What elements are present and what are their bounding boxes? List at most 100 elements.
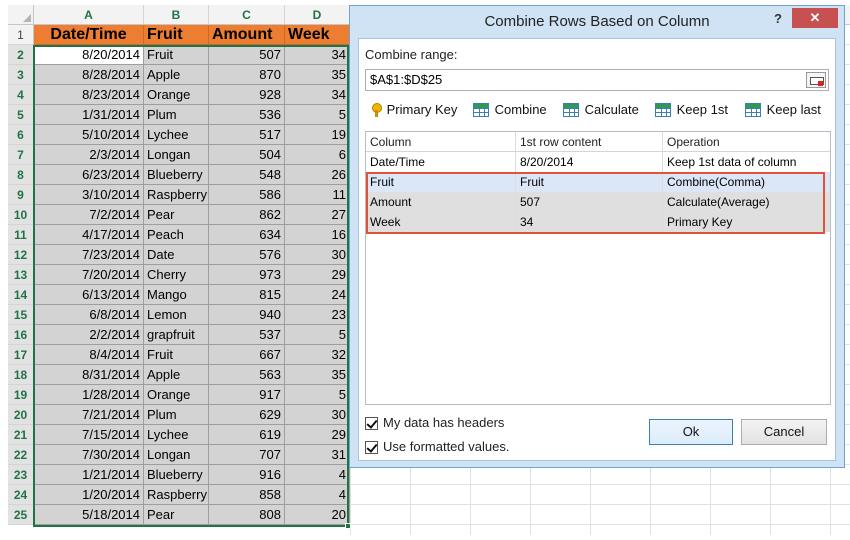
fruit-cell[interactable]: Plum <box>144 405 209 425</box>
amount-cell[interactable]: 973 <box>209 265 285 285</box>
row-header[interactable]: 11 <box>8 225 34 245</box>
row-header[interactable]: 22 <box>8 445 34 465</box>
amount-cell[interactable]: 563 <box>209 365 285 385</box>
column-operations-list[interactable]: Column 1st row content Operation Date/Ti… <box>365 131 831 405</box>
fruit-cell[interactable]: Raspberry <box>144 185 209 205</box>
headers-checkbox[interactable] <box>365 417 378 430</box>
row-header[interactable]: 7 <box>8 145 34 165</box>
date-cell[interactable]: 4/17/2014 <box>34 225 144 245</box>
fruit-cell[interactable]: Longan <box>144 145 209 165</box>
row-header[interactable]: 13 <box>8 265 34 285</box>
date-cell[interactable]: 3/10/2014 <box>34 185 144 205</box>
date-cell[interactable]: 5/10/2014 <box>34 125 144 145</box>
column-header-b[interactable]: B <box>144 5 209 25</box>
fruit-cell[interactable]: Plum <box>144 105 209 125</box>
fruit-cell[interactable]: Fruit <box>144 345 209 365</box>
fruit-cell[interactable]: Raspberry <box>144 485 209 505</box>
amount-cell[interactable]: 808 <box>209 505 285 525</box>
row-header[interactable]: 21 <box>8 425 34 445</box>
date-cell[interactable]: 8/23/2014 <box>34 85 144 105</box>
fruit-cell[interactable]: Fruit <box>144 45 209 65</box>
date-cell[interactable]: 6/13/2014 <box>34 285 144 305</box>
amount-cell[interactable]: 536 <box>209 105 285 125</box>
list-header-first-row[interactable]: 1st row content <box>516 132 663 152</box>
amount-cell[interactable]: 667 <box>209 345 285 365</box>
week-cell[interactable]: 30 <box>285 405 350 425</box>
date-cell[interactable]: 7/30/2014 <box>34 445 144 465</box>
amount-cell[interactable]: 504 <box>209 145 285 165</box>
date-cell[interactable]: 7/21/2014 <box>34 405 144 425</box>
week-cell[interactable]: 11 <box>285 185 350 205</box>
amount-cell[interactable]: 815 <box>209 285 285 305</box>
amount-cell[interactable]: 517 <box>209 125 285 145</box>
amount-cell[interactable]: 870 <box>209 65 285 85</box>
row-header[interactable]: 4 <box>8 85 34 105</box>
date-cell[interactable]: 7/15/2014 <box>34 425 144 445</box>
date-cell[interactable]: 2/2/2014 <box>34 325 144 345</box>
amount-cell[interactable]: 928 <box>209 85 285 105</box>
amount-cell[interactable]: 537 <box>209 325 285 345</box>
date-cell[interactable]: 7/23/2014 <box>34 245 144 265</box>
row-header[interactable]: 10 <box>8 205 34 225</box>
row-header[interactable]: 8 <box>8 165 34 185</box>
fruit-cell[interactable]: Lychee <box>144 425 209 445</box>
amount-cell[interactable]: 619 <box>209 425 285 445</box>
date-cell[interactable]: 5/18/2014 <box>34 505 144 525</box>
date-cell[interactable]: 2/3/2014 <box>34 145 144 165</box>
week-cell[interactable]: 6 <box>285 145 350 165</box>
amount-cell[interactable]: 862 <box>209 205 285 225</box>
week-cell[interactable]: 29 <box>285 265 350 285</box>
fill-handle[interactable] <box>345 523 351 529</box>
column-header-a[interactable]: A <box>34 5 144 25</box>
row-header[interactable]: 3 <box>8 65 34 85</box>
column-header-c[interactable]: C <box>209 5 285 25</box>
row-header[interactable]: 23 <box>8 465 34 485</box>
help-button[interactable]: ? <box>774 11 782 26</box>
fruit-cell[interactable]: Date <box>144 245 209 265</box>
amount-cell[interactable]: 858 <box>209 485 285 505</box>
week-cell[interactable]: 24 <box>285 285 350 305</box>
row-header[interactable]: 1 <box>8 25 34 45</box>
week-cell[interactable]: 4 <box>285 485 350 505</box>
date-cell[interactable]: 1/20/2014 <box>34 485 144 505</box>
amount-cell[interactable]: 586 <box>209 185 285 205</box>
week-cell[interactable]: 34 <box>285 85 350 105</box>
row-header[interactable]: 2 <box>8 45 34 65</box>
list-header-column[interactable]: Column <box>366 132 516 152</box>
fruit-cell[interactable]: Apple <box>144 65 209 85</box>
amount-cell[interactable]: 917 <box>209 385 285 405</box>
date-cell[interactable]: 8/20/2014 <box>34 45 144 65</box>
row-header[interactable]: 24 <box>8 485 34 505</box>
formatted-values-checkbox[interactable] <box>365 441 378 454</box>
select-all-corner[interactable] <box>8 5 34 25</box>
close-button[interactable]: ✕ <box>792 8 838 28</box>
week-cell[interactable]: 31 <box>285 445 350 465</box>
header-fruit[interactable]: Fruit <box>144 25 209 45</box>
row-header[interactable]: 25 <box>8 505 34 525</box>
fruit-cell[interactable]: Cherry <box>144 265 209 285</box>
date-cell[interactable]: 1/21/2014 <box>34 465 144 485</box>
date-cell[interactable]: 8/28/2014 <box>34 65 144 85</box>
list-row-date-time[interactable]: Date/Time 8/20/2014 Keep 1st data of col… <box>366 152 830 172</box>
amount-cell[interactable]: 576 <box>209 245 285 265</box>
column-header-d[interactable]: D <box>285 5 350 25</box>
header-amount[interactable]: Amount <box>209 25 285 45</box>
amount-cell[interactable]: 707 <box>209 445 285 465</box>
week-cell[interactable]: 32 <box>285 345 350 365</box>
week-cell[interactable]: 35 <box>285 365 350 385</box>
fruit-cell[interactable]: Pear <box>144 205 209 225</box>
amount-cell[interactable]: 507 <box>209 45 285 65</box>
header-week[interactable]: Week <box>285 25 350 45</box>
week-cell[interactable]: 20 <box>285 505 350 525</box>
amount-cell[interactable]: 629 <box>209 405 285 425</box>
header-date-time[interactable]: Date/Time <box>34 25 144 45</box>
row-header[interactable]: 14 <box>8 285 34 305</box>
date-cell[interactable]: 7/20/2014 <box>34 265 144 285</box>
week-cell[interactable]: 26 <box>285 165 350 185</box>
fruit-cell[interactable]: Longan <box>144 445 209 465</box>
fruit-cell[interactable]: Lemon <box>144 305 209 325</box>
week-cell[interactable]: 5 <box>285 385 350 405</box>
amount-cell[interactable]: 916 <box>209 465 285 485</box>
date-cell[interactable]: 8/31/2014 <box>34 365 144 385</box>
fruit-cell[interactable]: Orange <box>144 85 209 105</box>
